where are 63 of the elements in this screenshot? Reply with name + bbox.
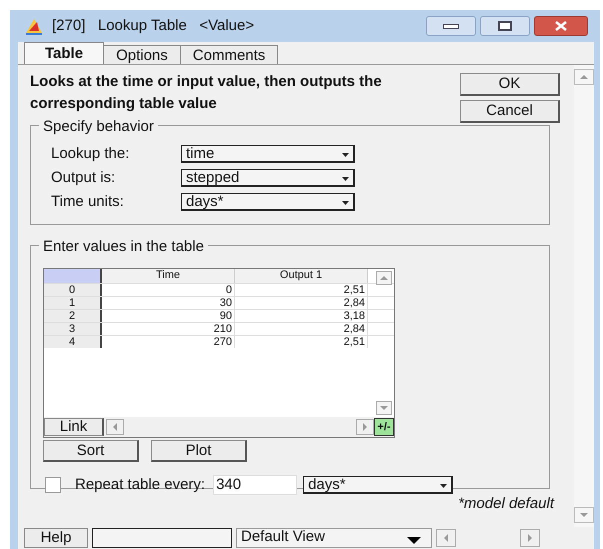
dropdown-arrow-icon bbox=[342, 153, 349, 157]
tab[interactable]: Comments bbox=[180, 45, 278, 64]
field-label: Lookup the: bbox=[51, 144, 130, 164]
dropdown[interactable]: days* bbox=[303, 476, 454, 494]
table-cell: 210 bbox=[102, 323, 235, 335]
column-header: Time bbox=[102, 269, 235, 283]
table-cell: 270 bbox=[102, 336, 235, 348]
row-header: 3 bbox=[44, 323, 102, 335]
table-cell: 2,84 bbox=[235, 297, 368, 309]
dropdown[interactable]: days* bbox=[181, 193, 355, 211]
tab[interactable]: Table bbox=[24, 42, 104, 64]
table-cell: 2,84 bbox=[235, 323, 368, 335]
add-remove-button[interactable]: +/- bbox=[374, 418, 394, 436]
field-label: Output is: bbox=[51, 168, 116, 188]
row-header: 0 bbox=[44, 284, 102, 296]
view-dropdown[interactable]: Default View bbox=[236, 528, 432, 548]
row-header: 2 bbox=[44, 310, 102, 322]
table-cell: 90 bbox=[102, 310, 235, 322]
checkbox[interactable] bbox=[45, 477, 61, 494]
app-icon bbox=[24, 17, 44, 35]
table-cell: 30 bbox=[102, 297, 235, 309]
dropdown[interactable]: stepped bbox=[181, 169, 355, 187]
button[interactable]: Sort bbox=[43, 440, 139, 462]
dropdown-arrow-icon bbox=[342, 177, 349, 181]
tab[interactable]: Options bbox=[104, 45, 181, 64]
maximize-icon bbox=[498, 21, 512, 31]
repeat-input-field[interactable]: 340 bbox=[213, 475, 298, 496]
table-cell: 3,18 bbox=[235, 310, 368, 322]
minimize-button[interactable] bbox=[426, 16, 476, 36]
maximize-button[interactable] bbox=[480, 16, 530, 36]
scroll-up-icon bbox=[380, 276, 388, 280]
table-cell: 2,51 bbox=[235, 336, 368, 348]
help-button[interactable]: Help bbox=[24, 528, 88, 548]
table-cell: 0 bbox=[102, 284, 235, 296]
scroll-right-icon bbox=[528, 534, 532, 542]
minimize-icon bbox=[443, 24, 459, 28]
field-label: Time units: bbox=[51, 192, 125, 212]
button[interactable]: Cancel bbox=[460, 100, 560, 123]
corner-cell bbox=[44, 269, 102, 283]
scroll-left-icon bbox=[444, 534, 448, 542]
window-title: [270] Lookup Table <Value> bbox=[52, 16, 254, 36]
description-text: Looks at the time or input value, then outputs the corresponding table value bbox=[30, 72, 383, 114]
close-button[interactable] bbox=[534, 16, 588, 36]
scroll-up-icon bbox=[580, 75, 588, 79]
dropdown-arrow-icon bbox=[440, 484, 448, 488]
column-header: Output 1 bbox=[235, 269, 368, 283]
close-icon bbox=[554, 21, 568, 31]
button[interactable]: OK bbox=[460, 73, 560, 96]
footnote-text: *model default bbox=[458, 494, 554, 514]
link-button[interactable]: Link bbox=[44, 418, 104, 436]
table-cell: 2,51 bbox=[235, 284, 368, 296]
dropdown-arrow-icon bbox=[342, 201, 349, 205]
scrollbar[interactable] bbox=[574, 65, 594, 527]
scroll-down-icon bbox=[580, 513, 588, 517]
checkbox-label: Repeat table every: bbox=[75, 475, 206, 495]
scroll-left-icon bbox=[113, 423, 117, 431]
scroll-down-icon bbox=[380, 406, 388, 410]
button[interactable]: Plot bbox=[151, 440, 247, 462]
dropdown-arrow-icon bbox=[407, 537, 421, 544]
row-header: 1 bbox=[44, 297, 102, 309]
dropdown[interactable]: time bbox=[181, 145, 355, 163]
scroll-right-icon bbox=[363, 423, 367, 431]
row-header: 4 bbox=[44, 336, 102, 348]
